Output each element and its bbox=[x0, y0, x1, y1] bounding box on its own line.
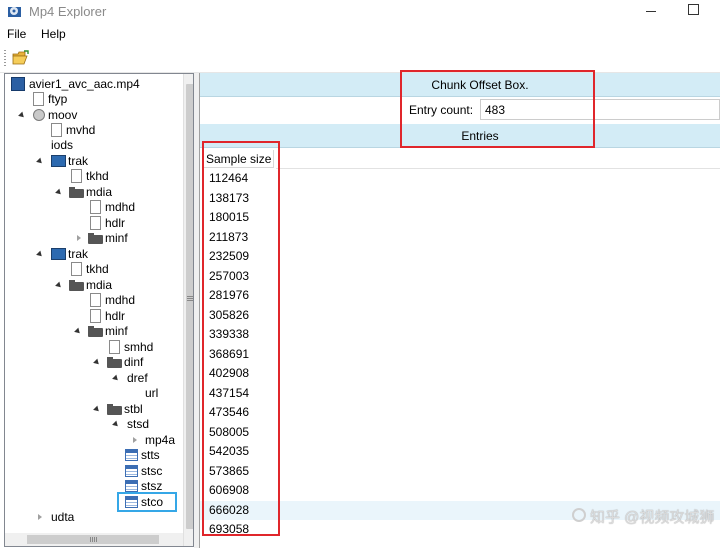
box-icon bbox=[90, 293, 101, 307]
expand-arrow-icon[interactable] bbox=[18, 111, 26, 120]
header-divider bbox=[276, 168, 720, 169]
table-icon bbox=[125, 496, 138, 508]
expand-arrow-icon[interactable] bbox=[93, 405, 101, 414]
expand-arrow-icon[interactable] bbox=[112, 374, 120, 383]
folder-icon bbox=[107, 357, 122, 368]
watermark-icon bbox=[572, 508, 586, 522]
folder-icon bbox=[69, 280, 84, 291]
tree-vertical-scrollbar[interactable] bbox=[183, 74, 193, 546]
folder-icon bbox=[88, 326, 103, 337]
collapse-arrow-icon[interactable] bbox=[133, 437, 137, 443]
minimize-icon[interactable] bbox=[646, 11, 656, 12]
folder-icon bbox=[69, 187, 84, 198]
movie-box-icon bbox=[33, 109, 45, 121]
grip-icon bbox=[90, 537, 97, 542]
watermark-text: 知乎 @视频攻城狮 bbox=[590, 509, 715, 526]
expand-arrow-icon[interactable] bbox=[93, 358, 101, 367]
annotation-box-header bbox=[400, 70, 595, 148]
window-title: Mp4 Explorer bbox=[29, 4, 107, 19]
collapse-arrow-icon[interactable] bbox=[77, 235, 81, 241]
box-icon bbox=[51, 123, 62, 137]
track-icon bbox=[51, 248, 66, 260]
box-icon bbox=[90, 216, 101, 230]
box-icon bbox=[71, 262, 82, 276]
box-icon bbox=[109, 340, 120, 354]
menu-file[interactable]: File bbox=[7, 27, 26, 41]
open-folder-icon[interactable] bbox=[12, 50, 30, 66]
expand-arrow-icon[interactable] bbox=[55, 188, 63, 197]
toolbar bbox=[0, 45, 720, 73]
box-icon bbox=[90, 309, 101, 323]
box-tree[interactable]: avier1_avc_aac.mp4 ftyp moov mvhd iods t… bbox=[4, 73, 194, 547]
tree-horizontal-scrollbar[interactable] bbox=[5, 533, 183, 546]
menu-bar: File Help bbox=[0, 23, 720, 45]
scrollbar-thumb[interactable] bbox=[27, 535, 159, 544]
expand-arrow-icon[interactable] bbox=[36, 250, 44, 259]
scrollbar-thumb[interactable] bbox=[186, 84, 193, 529]
maximize-icon[interactable] bbox=[688, 4, 699, 15]
expand-arrow-icon[interactable] bbox=[74, 327, 82, 336]
folder-icon bbox=[88, 233, 103, 244]
app-icon bbox=[8, 7, 21, 17]
annotation-box-column bbox=[202, 141, 280, 536]
expand-arrow-icon[interactable] bbox=[55, 281, 63, 290]
expand-arrow-icon[interactable] bbox=[112, 420, 120, 429]
table-icon bbox=[125, 449, 138, 461]
title-bar: Mp4 Explorer bbox=[0, 0, 720, 23]
grip-icon bbox=[187, 296, 193, 301]
mp4-file-icon bbox=[11, 77, 25, 91]
box-icon bbox=[71, 169, 82, 183]
toolbar-grip-icon[interactable] bbox=[4, 50, 6, 66]
table-icon bbox=[125, 465, 138, 477]
track-icon bbox=[51, 155, 66, 167]
expand-arrow-icon[interactable] bbox=[36, 157, 44, 166]
box-icon bbox=[33, 92, 44, 106]
folder-icon bbox=[107, 404, 122, 415]
box-icon bbox=[90, 200, 101, 214]
collapse-arrow-icon[interactable] bbox=[38, 514, 42, 520]
table-icon bbox=[125, 480, 138, 492]
menu-help[interactable]: Help bbox=[41, 27, 66, 41]
